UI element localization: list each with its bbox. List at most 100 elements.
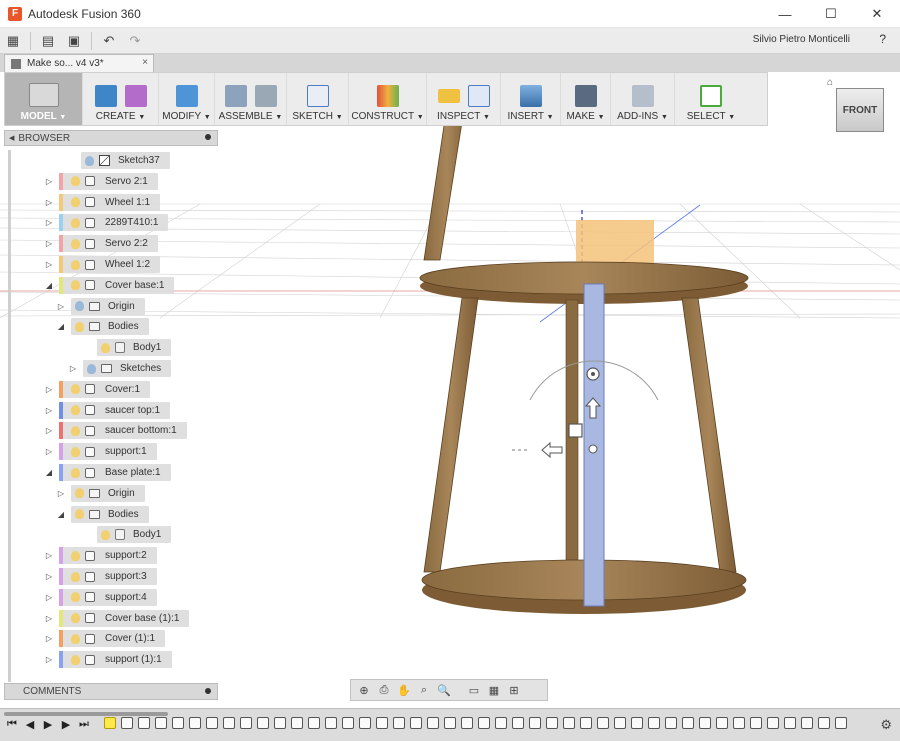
inspect-menu[interactable]: INSPECT ▼ xyxy=(427,73,501,125)
step-forward-icon[interactable]: ▶ xyxy=(42,718,54,731)
browser-item-pill[interactable]: Cover base:1 xyxy=(59,276,175,294)
timeline-feature-icon[interactable] xyxy=(750,717,762,729)
browser-item-pill[interactable]: support:4 xyxy=(59,588,157,606)
timeline-feature-icon[interactable] xyxy=(138,717,150,729)
browser-item[interactable]: ▷ 2289T410:1 xyxy=(44,214,169,232)
browser-item-pill[interactable]: Sketches xyxy=(83,360,172,377)
browser-item[interactable]: ▷ saucer top:1 xyxy=(44,401,171,419)
browser-item-pill[interactable]: Bodies xyxy=(71,505,149,523)
browser-item-pill[interactable]: Cover:1 xyxy=(59,380,151,398)
timeline-feature-icon[interactable] xyxy=(189,717,201,729)
browser-item[interactable]: ▷ Wheel 1:2 xyxy=(44,256,161,273)
visibility-bulb-icon[interactable] xyxy=(71,280,80,291)
timeline-feature-icon[interactable] xyxy=(104,717,116,729)
timeline-feature-icon[interactable] xyxy=(529,717,541,729)
expand-toggle-icon[interactable]: ▷ xyxy=(68,364,78,373)
data-panel-grid-icon[interactable]: ▦ xyxy=(0,30,26,52)
workspace-model-button[interactable]: MODEL ▼ xyxy=(5,73,83,125)
browser-item-pill[interactable]: Body1 xyxy=(97,526,172,544)
expand-toggle-icon[interactable]: ▷ xyxy=(44,447,54,456)
browser-item[interactable]: ▷ support (1):1 xyxy=(44,651,172,669)
timeline-scrubber[interactable] xyxy=(4,712,168,716)
move-arrow-left-icon[interactable] xyxy=(541,441,563,459)
expand-toggle-icon[interactable]: ▷ xyxy=(44,239,54,248)
browser-item-pill[interactable]: support (1):1 xyxy=(59,651,172,669)
interference-icon[interactable] xyxy=(467,85,490,107)
create-sketch-icon[interactable] xyxy=(306,85,329,107)
go-to-end-icon[interactable]: ⏭ xyxy=(78,718,90,730)
expand-toggle-icon[interactable]: ▷ xyxy=(44,655,54,664)
browser-item[interactable]: ▷ support:4 xyxy=(44,588,157,606)
timeline-feature-icon[interactable] xyxy=(376,717,388,729)
move-plane-handle[interactable] xyxy=(568,423,583,438)
timeline-settings-gear-icon[interactable]: ⚙ xyxy=(880,717,892,733)
expand-toggle-icon[interactable]: ▷ xyxy=(44,385,54,394)
document-tab[interactable]: Make so... v4 v3* × xyxy=(4,54,154,72)
expand-toggle-icon[interactable]: ▷ xyxy=(56,489,66,498)
offset-plane-icon[interactable] xyxy=(376,85,399,107)
browser-item-pill[interactable]: Cover base (1):1 xyxy=(59,609,190,627)
grid-settings-icon[interactable]: ▦ xyxy=(485,682,503,698)
timeline-feature-icon[interactable] xyxy=(359,717,371,729)
save-icon[interactable]: ▣ xyxy=(61,30,87,52)
browser-item[interactable]: ▷ Servo 2:1 xyxy=(44,172,158,190)
timeline-feature-icon[interactable] xyxy=(223,717,235,729)
browser-item[interactable]: ▷ support:1 xyxy=(44,443,157,461)
browser-item[interactable]: ◢ Bodies xyxy=(56,505,149,523)
browser-header[interactable]: ◀ BROWSER xyxy=(4,130,218,146)
browser-item-pill[interactable]: Servo 2:1 xyxy=(59,172,158,190)
browser-item[interactable]: ▷ Cover:1 xyxy=(44,380,151,398)
browser-item-pill[interactable]: Body1 xyxy=(97,339,172,357)
expand-toggle-icon[interactable]: ▷ xyxy=(44,198,54,207)
close-button[interactable]: ✕ xyxy=(854,0,900,28)
timeline-feature-icon[interactable] xyxy=(478,717,490,729)
insert-image-icon[interactable] xyxy=(519,85,542,107)
timeline-feature-icon[interactable] xyxy=(546,717,558,729)
browser-item[interactable]: Body1 xyxy=(82,526,172,544)
browser-item[interactable]: ◢ Bodies xyxy=(56,318,149,336)
comments-pin-icon[interactable] xyxy=(205,688,211,694)
visibility-bulb-icon[interactable] xyxy=(71,238,80,249)
redo-icon[interactable]: ↷ xyxy=(122,30,148,52)
press-pull-icon[interactable] xyxy=(175,85,198,107)
browser-item[interactable]: ▷ saucer bottom:1 xyxy=(44,422,187,440)
pan-icon[interactable]: ✋ xyxy=(395,682,413,698)
timeline-feature-icon[interactable] xyxy=(461,717,473,729)
visibility-bulb-icon[interactable] xyxy=(71,197,80,208)
select-arrow-icon[interactable] xyxy=(700,85,722,107)
timeline-feature-icon[interactable] xyxy=(563,717,575,729)
timeline-feature-icon[interactable] xyxy=(818,717,830,729)
timeline-feature-icon[interactable] xyxy=(427,717,439,729)
timeline-feature-icon[interactable] xyxy=(716,717,728,729)
measure-icon[interactable] xyxy=(437,89,460,103)
expand-toggle-icon[interactable]: ◢ xyxy=(44,468,54,477)
timeline-feature-icon[interactable] xyxy=(682,717,694,729)
visibility-bulb-icon[interactable] xyxy=(75,488,84,499)
joint-icon[interactable] xyxy=(254,85,277,107)
visibility-bulb-icon[interactable] xyxy=(71,613,80,624)
timeline-feature-icon[interactable] xyxy=(393,717,405,729)
visibility-bulb-icon[interactable] xyxy=(71,405,80,416)
form-icon[interactable] xyxy=(124,85,147,107)
browser-item[interactable]: ▷ support:2 xyxy=(44,547,157,565)
visibility-bulb-icon[interactable] xyxy=(71,592,80,603)
display-settings-icon[interactable]: ▭ xyxy=(465,682,483,698)
browser-item-pill[interactable]: Servo 2:2 xyxy=(59,235,158,253)
visibility-bulb-icon[interactable] xyxy=(71,467,80,478)
expand-toggle-icon[interactable]: ▷ xyxy=(44,218,54,227)
timeline-feature-icon[interactable] xyxy=(172,717,184,729)
timeline-feature-icon[interactable] xyxy=(801,717,813,729)
visibility-bulb-icon[interactable] xyxy=(101,342,110,353)
addins-menu[interactable]: ADD-INS ▼ xyxy=(611,73,675,125)
expand-toggle-icon[interactable]: ▷ xyxy=(44,260,54,269)
assemble-menu[interactable]: ASSEMBLE ▼ xyxy=(215,73,287,125)
visibility-bulb-icon[interactable] xyxy=(71,571,80,582)
timeline-feature-icon[interactable] xyxy=(257,717,269,729)
zoom-icon[interactable]: ⌕ xyxy=(415,682,433,698)
expand-toggle-icon[interactable]: ▷ xyxy=(44,572,54,581)
close-tab-icon[interactable]: × xyxy=(142,57,148,68)
browser-item-pill[interactable]: Cover (1):1 xyxy=(59,630,166,648)
visibility-bulb-icon[interactable] xyxy=(75,321,84,332)
comments-panel[interactable]: COMMENTS xyxy=(4,683,218,700)
browser-item[interactable]: ▷ Wheel 1:1 xyxy=(44,193,161,211)
